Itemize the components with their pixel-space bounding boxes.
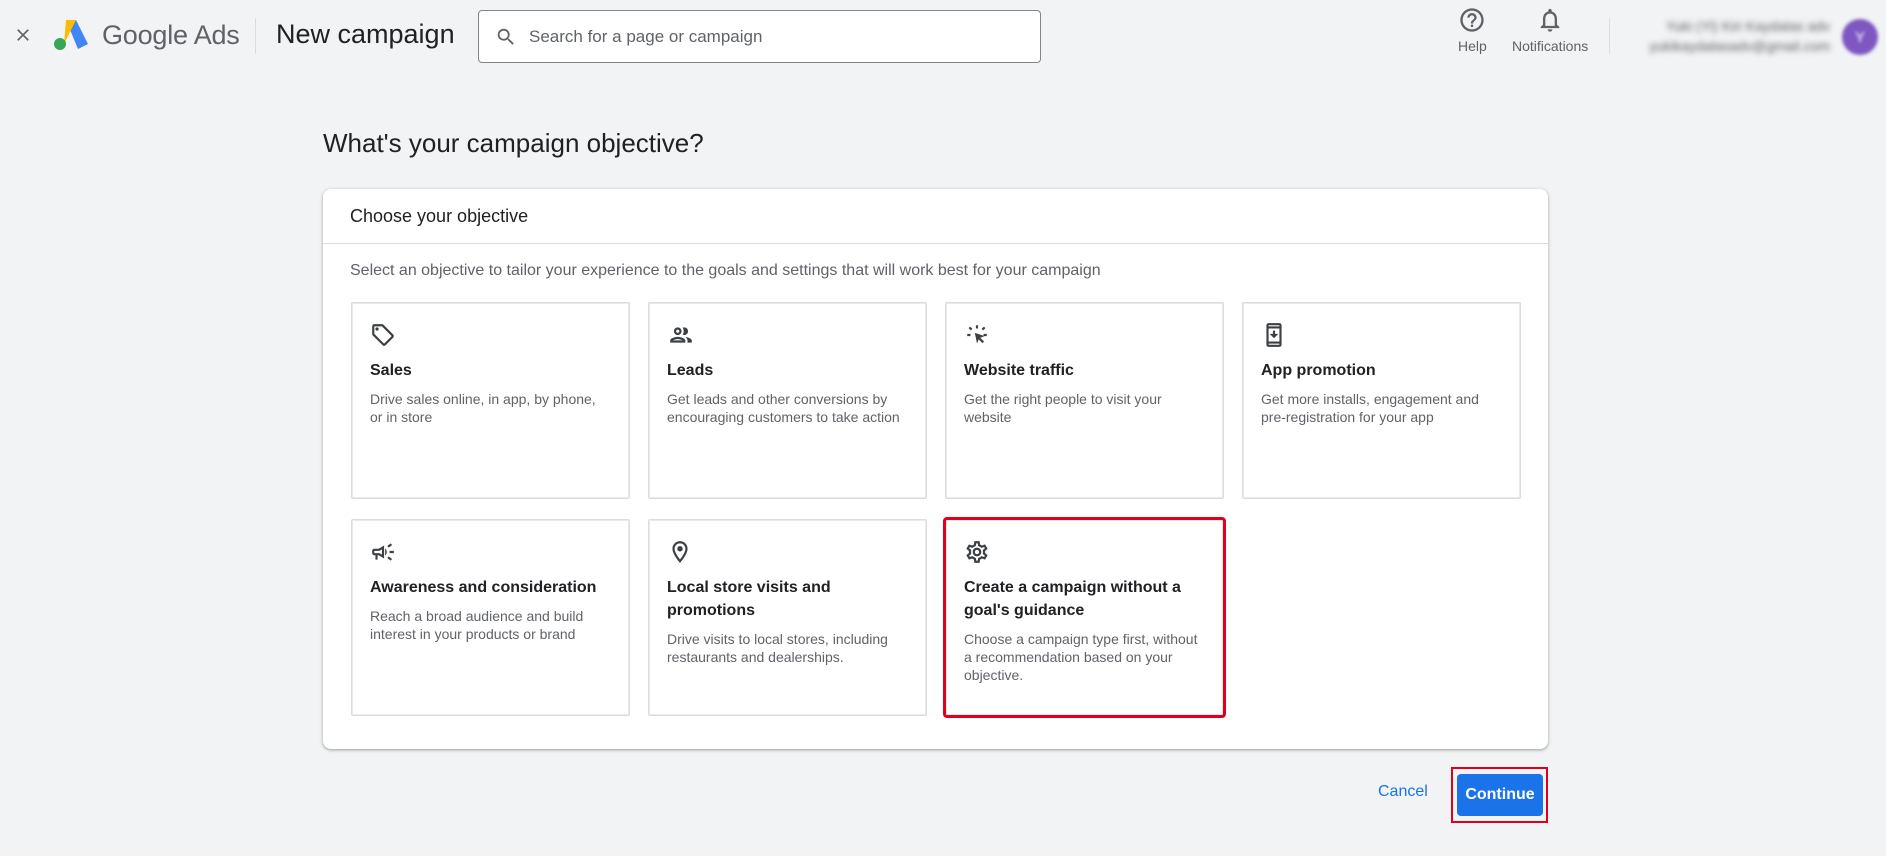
notifications-button[interactable]: Notifications bbox=[1512, 6, 1588, 54]
objective-desc: Drive sales online, in app, by phone, or… bbox=[370, 391, 596, 425]
objective-desc: Drive visits to local stores, including … bbox=[667, 631, 888, 665]
objective-title: Local store visits and promotions bbox=[667, 579, 831, 619]
objective-card-subtitle: Select an objective to tailor your exper… bbox=[350, 262, 1101, 279]
logo-text-ads: Ads bbox=[193, 19, 240, 50]
people-icon bbox=[667, 321, 695, 349]
objective-desc: Reach a broad audience and build interes… bbox=[370, 608, 584, 642]
objective-title: Awareness and consideration bbox=[370, 579, 597, 596]
objective-desc: Get the right people to visit your websi… bbox=[964, 391, 1162, 425]
search-input[interactable] bbox=[529, 26, 1009, 47]
objective-title: Sales bbox=[370, 362, 412, 379]
objective-title: Create a campaign without a goal's guida… bbox=[964, 579, 1181, 619]
gear-icon bbox=[964, 538, 992, 566]
megaphone-icon bbox=[370, 538, 398, 566]
objective-tile-sales[interactable]: Sales Drive sales online, in app, by pho… bbox=[351, 302, 630, 499]
search-box[interactable] bbox=[478, 10, 1041, 63]
objective-tile-app-promotion[interactable]: App promotion Get more installs, engagem… bbox=[1242, 302, 1521, 499]
objective-tile-no-goal[interactable]: Create a campaign without a goal's guida… bbox=[943, 517, 1226, 718]
page-title: New campaign bbox=[276, 19, 455, 49]
objective-card-title: Choose your objective bbox=[323, 189, 1548, 244]
close-icon[interactable] bbox=[10, 22, 36, 48]
logo-text-google: Google bbox=[102, 19, 188, 50]
objective-tile-leads[interactable]: Leads Get leads and other conversions by… bbox=[648, 302, 927, 499]
objective-desc: Get more installs, engagement and pre-re… bbox=[1261, 391, 1479, 425]
notifications-label: Notifications bbox=[1512, 38, 1589, 54]
objective-title: Leads bbox=[667, 362, 714, 379]
cancel-button[interactable]: Cancel bbox=[1378, 783, 1428, 801]
continue-button[interactable]: Continue bbox=[1457, 774, 1543, 816]
objective-desc: Choose a campaign type first, without a … bbox=[964, 631, 1198, 683]
help-button[interactable]: Help bbox=[1458, 6, 1487, 54]
account-email: yukikaydalasadv@gmail.com bbox=[1649, 38, 1830, 54]
help-label: Help bbox=[1458, 38, 1487, 54]
location-pin-icon bbox=[667, 538, 695, 566]
objective-card: Choose your objective Select an objectiv… bbox=[323, 189, 1548, 749]
objective-title: Website traffic bbox=[964, 362, 1074, 379]
google-ads-logo-icon bbox=[54, 20, 88, 50]
help-icon bbox=[1460, 8, 1485, 32]
top-app-bar: Google Ads New campaign Help Notificatio… bbox=[0, 0, 1886, 72]
objective-tile-awareness[interactable]: Awareness and consideration Reach a broa… bbox=[351, 519, 630, 716]
account-name: Yuki (Yl) Kiri Kaydalas adv bbox=[1665, 18, 1830, 34]
phone-download-icon bbox=[1261, 321, 1289, 349]
search-icon bbox=[497, 28, 514, 45]
account-divider bbox=[1609, 18, 1610, 54]
google-ads-logo[interactable]: Google Ads bbox=[52, 18, 240, 52]
tag-icon bbox=[370, 321, 398, 349]
objective-tile-local-store[interactable]: Local store visits and promotions Drive … bbox=[648, 519, 927, 716]
objective-desc: Get leads and other conversions by encou… bbox=[667, 391, 900, 425]
avatar[interactable]: Y bbox=[1842, 19, 1878, 55]
account-info[interactable]: Yuki (Yl) Kiri Kaydalas adv yukikaydalas… bbox=[1622, 16, 1830, 56]
cursor-click-icon bbox=[964, 321, 992, 349]
objective-tile-website-traffic[interactable]: Website traffic Get the right people to … bbox=[945, 302, 1224, 499]
header-divider bbox=[255, 18, 256, 54]
objective-title: App promotion bbox=[1261, 362, 1376, 379]
campaign-objective-question: What's your campaign objective? bbox=[323, 128, 704, 158]
bell-icon bbox=[1540, 8, 1560, 32]
